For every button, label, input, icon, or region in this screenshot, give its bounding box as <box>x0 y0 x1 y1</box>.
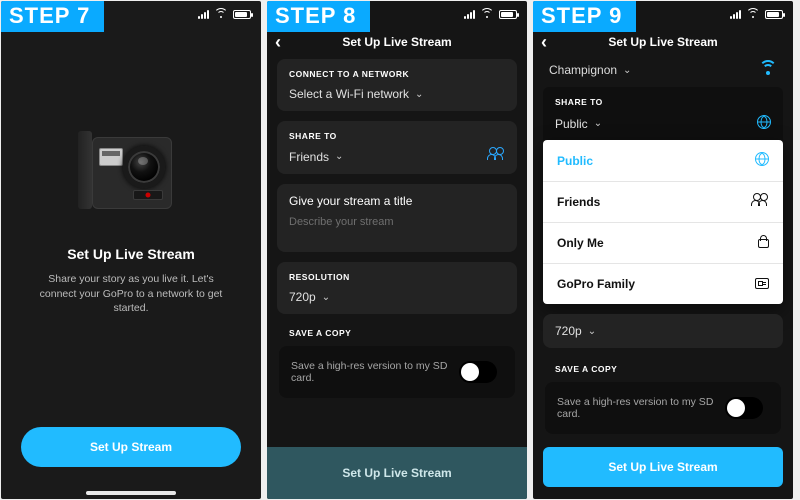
signal-icon <box>198 10 209 19</box>
share-option-label: GoPro Family <box>557 277 635 291</box>
battery-icon <box>233 10 251 19</box>
step-badge: STEP 8 <box>267 1 370 32</box>
share-to-card[interactable]: SHARE TO Friends ⌄ <box>277 121 517 174</box>
connected-network-name: Champignon <box>549 63 617 77</box>
page-subtitle: Share your story as you live it. Let's c… <box>29 272 233 316</box>
resolution-value: 720p <box>555 324 582 338</box>
resolution-card[interactable]: 720p ⌄ <box>543 314 783 348</box>
chevron-down-icon: ⌄ <box>335 151 343 162</box>
setup-live-stream-button-label: Set Up Live Stream <box>608 460 717 474</box>
chevron-down-icon: ⌄ <box>322 292 330 303</box>
connected-network-row[interactable]: Champignon ⌄ <box>543 59 783 87</box>
setup-live-stream-button[interactable]: Set Up Live Stream <box>267 447 527 499</box>
share-to-label: SHARE TO <box>555 97 771 107</box>
save-copy-label: SAVE A COPY <box>545 364 781 374</box>
battery-icon <box>765 10 783 19</box>
step-badge: STEP 9 <box>533 1 636 32</box>
title-card[interactable]: Give your stream a title Describe your s… <box>277 184 517 252</box>
signal-icon <box>464 10 475 19</box>
network-card[interactable]: CONNECT TO A NETWORK Select a Wi-Fi netw… <box>277 59 517 111</box>
screen-step-9: STEP 9 ‹ Set Up Live Stream Champignon ⌄… <box>533 1 793 499</box>
share-option-gopro-family[interactable]: GoPro Family <box>543 264 783 304</box>
back-button[interactable]: ‹ <box>275 33 281 51</box>
share-option-label: Public <box>557 154 593 168</box>
chevron-down-icon: ⌄ <box>594 118 602 129</box>
wifi-connected-icon <box>759 63 777 77</box>
save-copy-section: SAVE A COPY Save a high-res version to m… <box>543 358 783 434</box>
setup-live-stream-button[interactable]: Set Up Live Stream <box>543 447 783 487</box>
share-to-card[interactable]: SHARE TO Public ⌄ <box>543 87 783 140</box>
resolution-card[interactable]: RESOLUTION 720p ⌄ <box>277 262 517 314</box>
setup-live-stream-button-label: Set Up Live Stream <box>342 466 451 480</box>
wifi-icon <box>747 10 759 19</box>
network-value: Select a Wi-Fi network ⌄ <box>289 87 423 101</box>
share-option-public[interactable]: Public <box>543 140 783 182</box>
resolution-label: RESOLUTION <box>289 272 505 282</box>
setup-stream-button-label: Set Up Stream <box>90 440 172 454</box>
wifi-icon <box>215 10 227 19</box>
share-to-label: SHARE TO <box>289 131 505 141</box>
globe-icon <box>757 115 771 132</box>
chevron-down-icon: ⌄ <box>415 89 423 100</box>
save-copy-section: SAVE A COPY Save a high-res version to m… <box>277 324 517 398</box>
save-copy-toggle[interactable] <box>725 397 763 419</box>
friends-icon <box>487 149 505 164</box>
screen-step-7: 3:08 STEP 7 Set Up Live Stream Share you… <box>1 1 261 499</box>
share-option-label: Only Me <box>557 236 604 250</box>
screen-step-8: STEP 8 ‹ Set Up Live Stream CONNECT TO A… <box>267 1 527 499</box>
battery-icon <box>499 10 517 19</box>
wifi-icon <box>481 10 493 19</box>
network-label: CONNECT TO A NETWORK <box>289 69 505 79</box>
signal-icon <box>730 10 741 19</box>
share-option-only-me[interactable]: Only Me <box>543 223 783 264</box>
card-icon <box>755 276 769 292</box>
nav-title: Set Up Live Stream <box>342 35 451 49</box>
page-title: Set Up Live Stream <box>67 246 195 262</box>
home-indicator[interactable] <box>86 491 176 495</box>
resolution-value: 720p ⌄ <box>289 290 330 304</box>
share-option-label: Friends <box>557 195 600 209</box>
chevron-down-icon: ⌄ <box>588 326 596 337</box>
back-button[interactable]: ‹ <box>541 33 547 51</box>
people-icon <box>751 194 769 210</box>
gopro-hero-image <box>76 131 186 216</box>
save-copy-label: SAVE A COPY <box>279 328 515 338</box>
step-badge: STEP 7 <box>1 1 104 32</box>
save-copy-toggle[interactable] <box>459 361 497 383</box>
lock-icon <box>758 235 769 251</box>
share-to-value: Friends ⌄ <box>289 150 343 164</box>
setup-stream-button[interactable]: Set Up Stream <box>21 427 241 467</box>
title-input[interactable]: Describe your stream <box>289 216 505 228</box>
share-to-dropdown: Public Friends Only Me GoPro Family <box>543 140 783 304</box>
nav-title: Set Up Live Stream <box>608 35 717 49</box>
share-to-value: Public <box>555 117 588 131</box>
globe-icon <box>755 152 769 169</box>
title-label: Give your stream a title <box>289 194 505 208</box>
share-option-friends[interactable]: Friends <box>543 182 783 223</box>
chevron-down-icon: ⌄ <box>623 65 631 76</box>
